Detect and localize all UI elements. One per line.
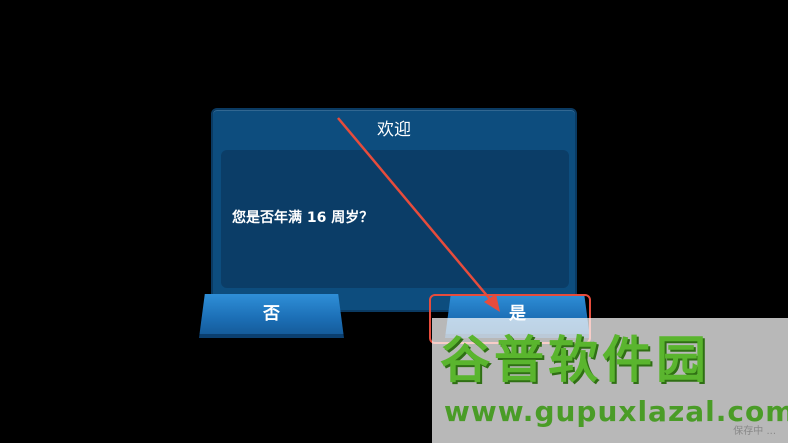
dialog-body: 您是否年满 16 周岁？ [221,150,569,288]
watermark-title: 谷普软件园 [440,331,710,389]
no-button[interactable]: 否 [199,294,344,338]
saving-indicator: 保存中 ... [733,426,776,437]
dialog-title: 欢迎 [377,120,411,140]
watermark: 谷普软件园 www.gupuxlazal.com 保存中 ... [432,318,788,443]
age-question: 您是否年满 16 周岁？ [232,210,374,226]
welcome-dialog: 欢迎 您是否年满 16 周岁？ [211,108,577,312]
game-screen: 欢迎 您是否年满 16 周岁？ 否 是 谷普软件园 www.gupuxlazal… [0,0,788,443]
